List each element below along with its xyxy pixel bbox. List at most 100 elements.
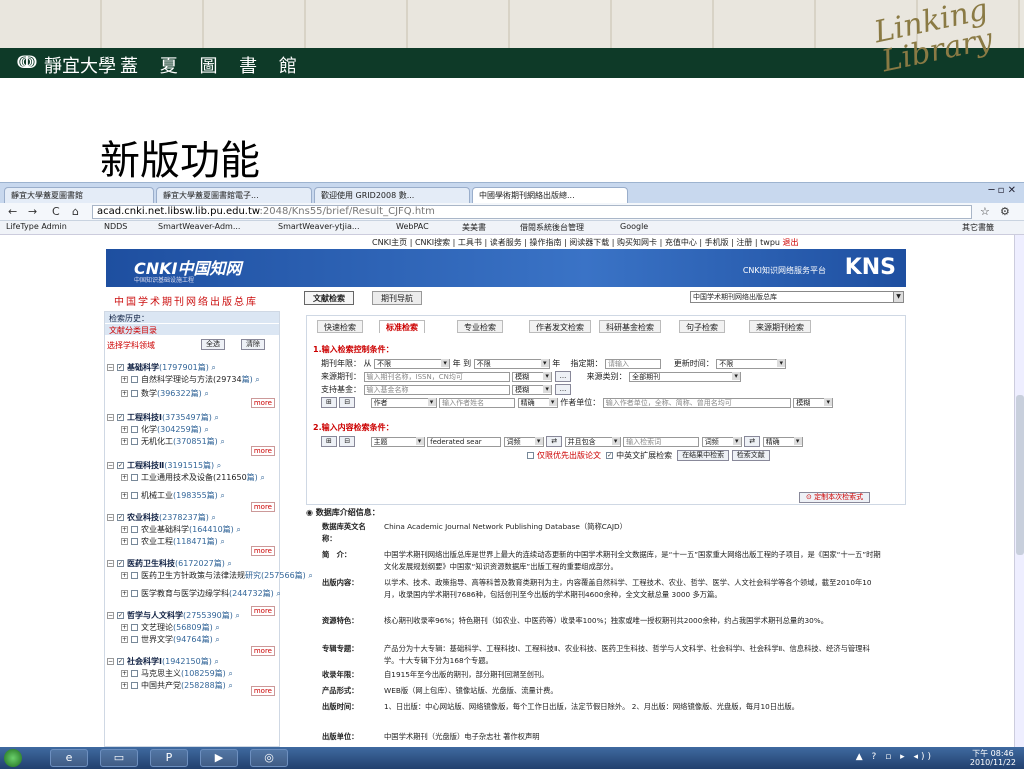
category-checkbox[interactable]: [131, 572, 138, 579]
designated-input[interactable]: 请输入: [605, 358, 661, 369]
bookmark[interactable]: Google: [620, 222, 648, 231]
collapse-icon[interactable]: −: [107, 364, 114, 371]
expand-icon[interactable]: +: [121, 526, 128, 533]
folder-icon[interactable]: ▭: [100, 749, 138, 767]
search-in-results-button[interactable]: 在结果中检索: [677, 450, 730, 461]
tab-professional-search[interactable]: 专业检索: [457, 320, 503, 333]
fund-input[interactable]: 输入基金名称: [363, 384, 510, 395]
category-checkbox[interactable]: [131, 636, 138, 643]
category-checkbox[interactable]: [131, 624, 138, 631]
search-icon[interactable]: ⌕: [226, 681, 233, 690]
category-checkbox[interactable]: [131, 376, 138, 383]
category-checkbox[interactable]: ✓: [117, 514, 124, 521]
category-checkbox[interactable]: ✓: [117, 658, 124, 665]
powerpoint-icon[interactable]: P: [150, 749, 188, 767]
vertical-scrollbar[interactable]: [1014, 235, 1024, 747]
category-item[interactable]: − ✓ 工程科技Ⅰ(3735497篇) ⌕: [107, 412, 219, 423]
user-name[interactable]: twpu: [760, 238, 780, 247]
category-item[interactable]: − ✓ 医药卫生科技(6172027篇) ⌕: [107, 558, 232, 569]
media-player-icon[interactable]: ▶: [200, 749, 238, 767]
subcategory-item[interactable]: + 农业基础科学(164410篇) ⌕: [121, 524, 241, 535]
expand-icon[interactable]: +: [121, 474, 128, 481]
category-checkbox[interactable]: ✓: [117, 364, 124, 371]
category-checkbox[interactable]: [131, 438, 138, 445]
category-checkbox[interactable]: [131, 538, 138, 545]
add-content-icon[interactable]: ⊞: [321, 436, 337, 447]
search-term-input[interactable]: federated sear: [427, 436, 502, 447]
expand-icon[interactable]: +: [121, 682, 128, 689]
expand-icon[interactable]: +: [121, 538, 128, 545]
collapse-icon[interactable]: −: [107, 514, 114, 521]
reload-icon[interactable]: C: [52, 205, 60, 218]
keyword-input[interactable]: 输入检索词: [623, 436, 700, 447]
bookmark[interactable]: SmartWeaver-ytjia...: [278, 222, 360, 231]
logic-select[interactable]: 并且包含: [564, 436, 621, 447]
subcategory-item[interactable]: + 自然科学理论与方法(29734篇) ⌕: [121, 374, 260, 385]
subcategory-item[interactable]: + 医药卫生方针政策与法律法规研究(257566篇) ⌕: [121, 570, 313, 581]
tab-document-search[interactable]: 文献检索: [304, 291, 354, 305]
bookmark[interactable]: 美美書: [462, 222, 486, 233]
expand-icon[interactable]: +: [121, 624, 128, 631]
unit-match-select[interactable]: 模糊: [793, 397, 834, 408]
collapse-icon[interactable]: −: [107, 560, 114, 567]
expand-icon[interactable]: +: [121, 636, 128, 643]
start-button[interactable]: [4, 749, 22, 767]
tab-sentence-search[interactable]: 句子检索: [679, 320, 725, 333]
search-icon[interactable]: ⌕: [202, 425, 209, 434]
search-icon[interactable]: ⌕: [258, 473, 265, 482]
year-to-select[interactable]: 不限: [473, 358, 550, 369]
tab-author-search[interactable]: 作者发文检索: [529, 320, 591, 333]
expand-icon[interactable]: +: [121, 492, 128, 499]
bookmark[interactable]: WebPAC: [396, 222, 429, 231]
subcategory-item[interactable]: + 马克思主义(108259篇) ⌕: [121, 668, 233, 679]
more-button[interactable]: more: [250, 646, 275, 656]
dictionary-icon[interactable]: ⇄: [546, 436, 563, 447]
search-icon[interactable]: ⌕: [306, 571, 313, 580]
search-icon[interactable]: ⌕: [214, 461, 222, 470]
category-checkbox[interactable]: [131, 670, 138, 677]
collapse-icon[interactable]: −: [107, 462, 114, 469]
window-controls[interactable]: ─ ▫ ✕: [988, 185, 1016, 196]
expand-icon[interactable]: +: [121, 572, 128, 579]
subcategory-item[interactable]: + 数学(396322篇) ⌕: [121, 388, 209, 399]
browser-tab[interactable]: 靜宜大學蓋夏圖書館電子...: [156, 187, 312, 203]
more-button[interactable]: more: [250, 502, 275, 512]
more-button[interactable]: more: [250, 686, 275, 696]
bookmark[interactable]: LifeType Admin: [6, 222, 67, 231]
search-icon[interactable]: ⌕: [209, 513, 216, 522]
search-icon[interactable]: ⌕: [274, 589, 281, 598]
category-checkbox[interactable]: ✓: [117, 612, 124, 619]
search-icon[interactable]: ⌕: [225, 559, 232, 568]
collapse-icon[interactable]: −: [107, 658, 114, 665]
top-nav-links[interactable]: CNKI主页 | CNKI搜索 | 工具书 | 读者服务 | 操作指南 | 阅读…: [372, 238, 758, 247]
author-unit-input[interactable]: 输入作者单位，全称、简称、曾用名均可: [602, 397, 791, 408]
exit-link[interactable]: 退出: [783, 238, 799, 247]
scrollbar-thumb[interactable]: [1016, 395, 1024, 555]
clear-button[interactable]: 清除: [241, 339, 265, 350]
bookmark[interactable]: 借閱系統後台管理: [520, 222, 584, 233]
subcategory-item[interactable]: + 文艺理论(56809篇) ⌕: [121, 622, 220, 633]
forward-icon[interactable]: →: [28, 205, 37, 218]
more-button[interactable]: more: [250, 398, 275, 408]
expand-icon[interactable]: +: [121, 390, 128, 397]
home-icon[interactable]: ⌂: [72, 205, 79, 218]
add-condition-icon[interactable]: ⊞: [321, 397, 337, 408]
subcategory-item[interactable]: + 世界文学(94764篇) ⌕: [121, 634, 220, 645]
search-icon[interactable]: ⌕: [218, 537, 225, 546]
clock[interactable]: 下午 08:46 2010/11/22: [970, 749, 1016, 767]
more-button[interactable]: more: [250, 446, 275, 456]
browser-tab[interactable]: 歡迎使用 GRID2008 數...: [314, 187, 470, 203]
category-item[interactable]: − ✓ 工程科技Ⅱ(3191515篇) ⌕: [107, 460, 221, 471]
update-time-select[interactable]: 不限: [716, 358, 787, 369]
more-button[interactable]: more: [250, 546, 275, 556]
category-item[interactable]: − ✓ 社会科学Ⅰ(1942150篇) ⌕: [107, 656, 219, 667]
search-icon[interactable]: ⌕: [212, 413, 219, 422]
author-match-select[interactable]: 精确: [517, 397, 558, 408]
author-input[interactable]: 输入作者姓名: [439, 397, 516, 408]
browser-tab-active[interactable]: 中國學術期刊網絡出版總...: [472, 187, 628, 203]
source-match-select[interactable]: 模糊: [512, 371, 553, 382]
expand-icon[interactable]: +: [121, 670, 128, 677]
search-icon[interactable]: ⌕: [218, 437, 225, 446]
only-first-checkbox[interactable]: [527, 452, 534, 459]
subcategory-item[interactable]: + 中国共产党(258288篇) ⌕: [121, 680, 233, 691]
